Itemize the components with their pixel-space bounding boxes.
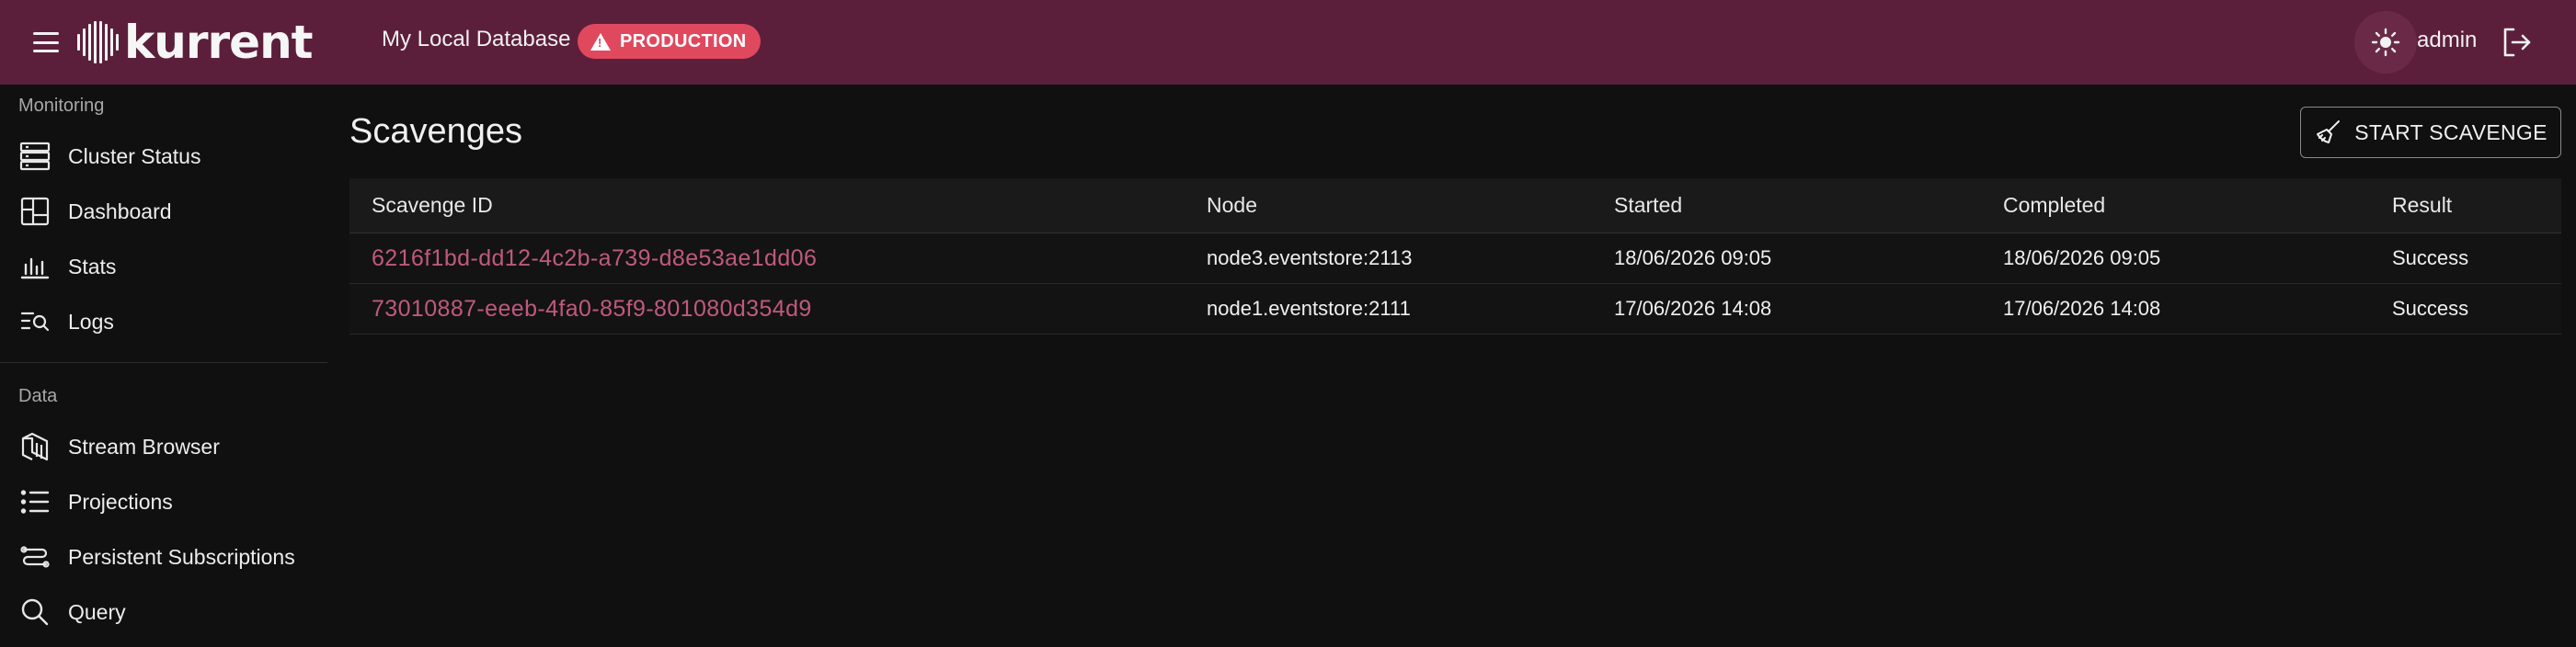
sidebar-item-logs[interactable]: Logs <box>0 296 327 347</box>
sidebar-item-dashboard[interactable]: Dashboard <box>0 186 327 237</box>
main-content: Scavenges START SCAVENGE Scavenge ID Nod… <box>349 85 2561 647</box>
node-cell: node1.eventstore:2111 <box>1207 297 1411 320</box>
log-search-icon <box>18 305 52 338</box>
page-title: Scavenges <box>349 112 523 151</box>
completed-cell: 17/06/2026 14:08 <box>2003 297 2161 320</box>
sidebar-item-cluster-status[interactable]: Cluster Status <box>0 131 327 182</box>
sun-icon <box>2371 28 2400 57</box>
scavenge-id-link[interactable]: 6216f1bd-dd12-4c2b-a739-d8e53ae1dd06 <box>372 233 817 283</box>
sidebar-item-label: Cluster Status <box>68 143 201 168</box>
logo-wordmark: kurrent <box>124 16 314 69</box>
sidebar-item-label: Dashboard <box>68 199 172 223</box>
table-header: Scavenge ID Node Started Completed Resul… <box>349 178 2561 233</box>
dashboard-icon <box>18 195 52 228</box>
result-cell: Success <box>2392 246 2469 269</box>
column-header-started[interactable]: Started <box>1614 178 1682 233</box>
column-header-node[interactable]: Node <box>1207 178 1257 233</box>
sidebar-item-label: Projections <box>68 489 173 514</box>
result-cell: Success <box>2392 297 2469 320</box>
section-label-data: Data <box>18 386 58 406</box>
section-label-monitoring: Monitoring <box>18 96 105 116</box>
table-row: 73010887-eeeb-4fa0-85f9-801080d354d9 nod… <box>349 284 2561 335</box>
search-icon <box>18 596 52 629</box>
sidebar-item-persistent-subscriptions[interactable]: Persistent Subscriptions <box>0 531 327 583</box>
column-header-completed[interactable]: Completed <box>2003 178 2105 233</box>
sidebar: Monitoring Cluster Status Dashboard Stat… <box>0 85 327 647</box>
column-header-scavenge-id[interactable]: Scavenge ID <box>372 178 493 233</box>
stream-icon <box>18 430 52 463</box>
sidebar-item-stats[interactable]: Stats <box>0 241 327 292</box>
kurrent-logo[interactable]: kurrent <box>77 16 314 69</box>
started-cell: 18/06/2026 09:05 <box>1614 246 1772 269</box>
table-row: 6216f1bd-dd12-4c2b-a739-d8e53ae1dd06 nod… <box>349 233 2561 284</box>
subscriptions-icon <box>18 540 52 573</box>
sidebar-divider <box>0 362 327 363</box>
sidebar-item-label: Stats <box>68 254 117 278</box>
sidebar-item-label: Query <box>68 599 126 624</box>
bar-chart-icon <box>18 250 52 283</box>
app-header: kurrent My Local Database PRODUCTION adm… <box>0 0 2576 85</box>
sidebar-item-projections[interactable]: Projections <box>0 476 327 528</box>
environment-label: PRODUCTION <box>620 30 747 51</box>
column-header-result[interactable]: Result <box>2392 178 2452 233</box>
start-scavenge-button[interactable]: START SCAVENGE <box>2300 107 2561 158</box>
sidebar-item-query[interactable]: Query <box>0 586 327 638</box>
menu-icon[interactable] <box>31 29 61 55</box>
node-cell: node3.eventstore:2113 <box>1207 246 1413 269</box>
logo-mark-icon <box>77 21 119 63</box>
user-name[interactable]: admin <box>2417 28 2477 53</box>
start-scavenge-label: START SCAVENGE <box>2354 119 2547 144</box>
scavenge-id-link[interactable]: 73010887-eeeb-4fa0-85f9-801080d354d9 <box>372 284 812 334</box>
logout-icon <box>2503 28 2531 57</box>
theme-toggle-button[interactable] <box>2354 11 2417 74</box>
environment-badge: PRODUCTION <box>578 24 761 59</box>
list-icon <box>18 485 52 518</box>
sidebar-item-label: Persistent Subscriptions <box>68 544 295 569</box>
sidebar-item-label: Logs <box>68 309 114 334</box>
logout-button[interactable] <box>2500 26 2533 59</box>
sidebar-item-label: Stream Browser <box>68 434 220 459</box>
database-name: My Local Database <box>382 27 571 51</box>
scavenges-table: Scavenge ID Node Started Completed Resul… <box>349 178 2561 335</box>
sidebar-item-stream-browser[interactable]: Stream Browser <box>0 421 327 472</box>
server-icon <box>18 140 52 173</box>
completed-cell: 18/06/2026 09:05 <box>2003 246 2161 269</box>
broom-icon <box>2317 120 2341 143</box>
started-cell: 17/06/2026 14:08 <box>1614 297 1772 320</box>
warning-icon <box>590 32 611 51</box>
